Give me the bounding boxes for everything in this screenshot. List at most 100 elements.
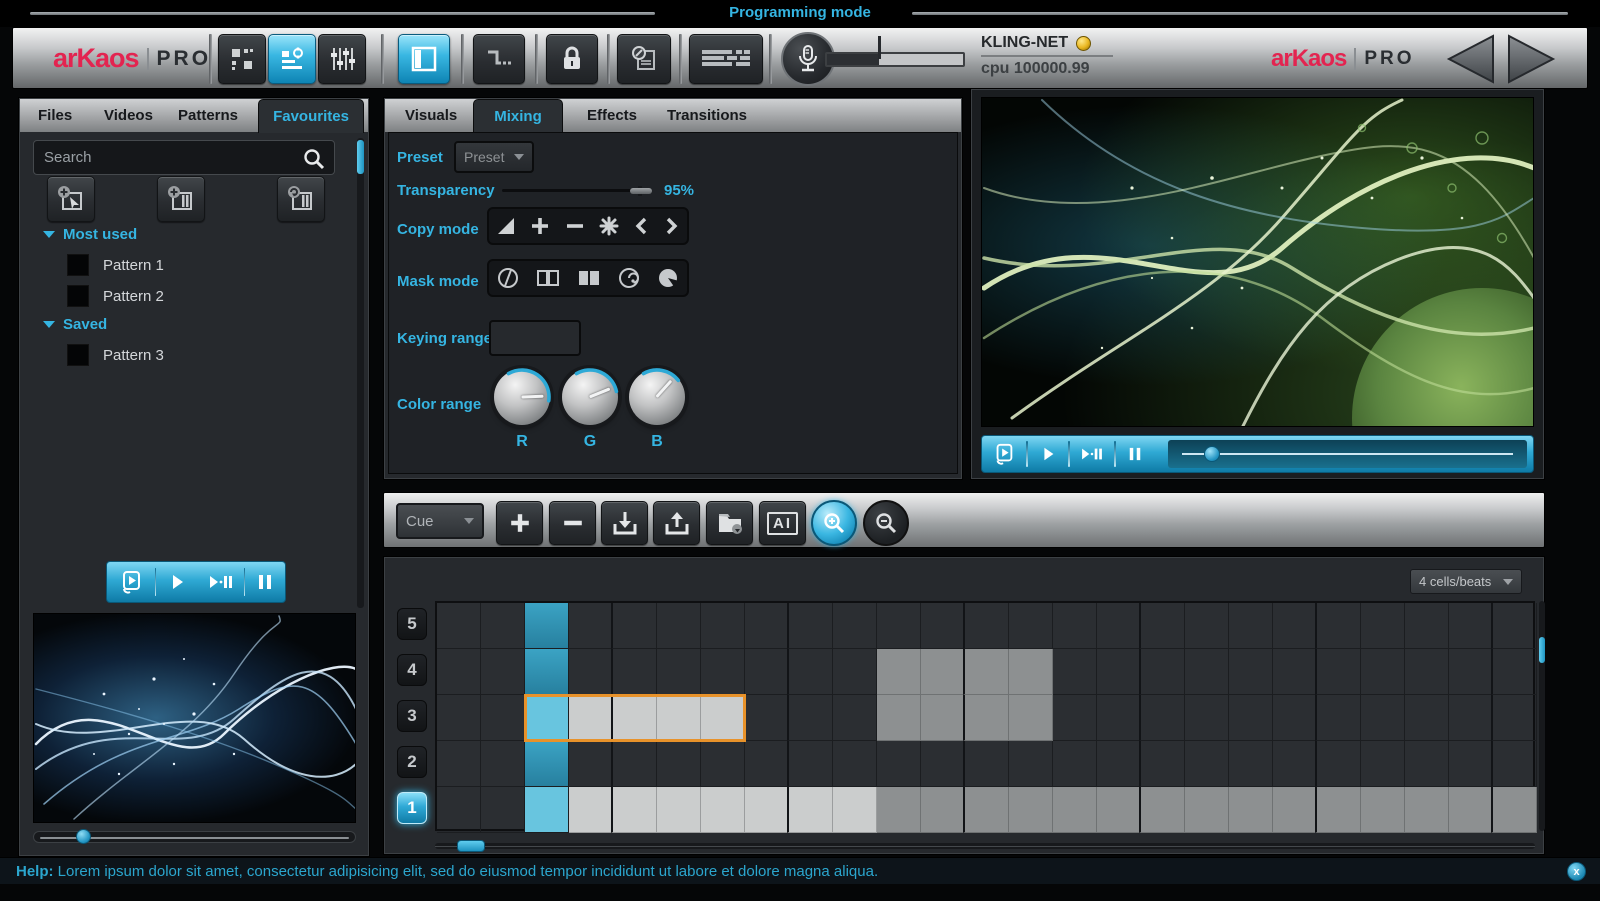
grid-cell[interactable]: [963, 695, 1009, 741]
grid-cell[interactable]: [1185, 603, 1229, 649]
grid-cell[interactable]: [1229, 649, 1273, 695]
grid-cell[interactable]: [1139, 649, 1185, 695]
tab-videos[interactable]: Videos: [94, 99, 163, 132]
tab-effects[interactable]: Effects: [577, 99, 647, 132]
grid-cell[interactable]: [1491, 603, 1537, 649]
grid-cell[interactable]: [481, 649, 525, 695]
color-range-knob-b[interactable]: B: [629, 369, 685, 453]
cells-per-beat-dropdown[interactable]: 4 cells/beats: [1410, 569, 1522, 594]
grid-cell[interactable]: [1053, 741, 1097, 787]
grid-cell[interactable]: [833, 787, 877, 833]
grid-cell[interactable]: [1315, 649, 1361, 695]
grid-cell[interactable]: [481, 603, 525, 649]
color-range-knob-g[interactable]: G: [562, 369, 618, 453]
grid-cell[interactable]: [745, 649, 789, 695]
grid-cell[interactable]: [833, 695, 877, 741]
grid-cell[interactable]: [1273, 603, 1317, 649]
grid-cell[interactable]: [437, 741, 481, 787]
grid-cell[interactable]: [787, 787, 833, 833]
add-pattern-button[interactable]: [157, 176, 205, 222]
pie-wipe-icon[interactable]: [656, 266, 680, 290]
grid-cell[interactable]: [877, 695, 921, 741]
split-outline-icon[interactable]: [535, 266, 561, 290]
grid-cell[interactable]: [1273, 649, 1317, 695]
grid-cell[interactable]: [877, 649, 921, 695]
grid-cell[interactable]: [657, 649, 701, 695]
grid-cell[interactable]: [1361, 603, 1405, 649]
grid-cell[interactable]: [921, 741, 965, 787]
grid-cell[interactable]: [1449, 603, 1493, 649]
grid-cell[interactable]: [657, 787, 701, 833]
grid-cell[interactable]: [481, 741, 525, 787]
grid-cell[interactable]: [701, 603, 745, 649]
grid-cell[interactable]: [1361, 741, 1405, 787]
tab-favourites[interactable]: Favourites: [258, 99, 364, 133]
grid-cell[interactable]: [481, 695, 525, 741]
grid-cell[interactable]: [1053, 695, 1097, 741]
row-label-5[interactable]: 5: [397, 608, 427, 640]
grid-cell[interactable]: [1009, 741, 1053, 787]
play-button[interactable]: [1028, 436, 1068, 472]
play-button[interactable]: [156, 562, 198, 602]
grid-cell[interactable]: [701, 695, 745, 741]
tab-transitions[interactable]: Transitions: [657, 99, 757, 132]
tree-group-saved[interactable]: Saved: [43, 316, 107, 333]
grid-cell[interactable]: [1229, 741, 1273, 787]
grid-cell[interactable]: [1097, 741, 1141, 787]
grid-cell[interactable]: [745, 741, 789, 787]
grid-cell[interactable]: [1185, 695, 1229, 741]
tab-patterns[interactable]: Patterns: [168, 99, 248, 132]
grid-cell[interactable]: [1097, 603, 1141, 649]
audio-gain-handle[interactable]: [878, 36, 881, 59]
audio-gain-slider[interactable]: [825, 44, 975, 74]
grid-cell[interactable]: [745, 787, 789, 833]
search-icon[interactable]: [302, 147, 326, 171]
radial-wipe-icon[interactable]: [617, 266, 641, 290]
notes-button[interactable]: [617, 34, 671, 84]
grid-cell[interactable]: [657, 603, 701, 649]
grid-cell[interactable]: [877, 741, 921, 787]
close-help-button[interactable]: x: [1567, 862, 1586, 881]
tree-item-pattern-3[interactable]: Pattern 3: [67, 344, 164, 366]
zoom-out-button[interactable]: [863, 500, 909, 546]
grid-cell[interactable]: [701, 787, 745, 833]
grid-cell[interactable]: [787, 741, 833, 787]
grid-hscroll-thumb[interactable]: [457, 840, 485, 852]
grid-horizontal-scrollbar[interactable]: [435, 843, 1535, 849]
chevron-left-icon[interactable]: [633, 216, 649, 236]
grid-cell[interactable]: [437, 649, 481, 695]
grid-cell[interactable]: [1449, 741, 1493, 787]
rename-cue-button[interactable]: AI: [759, 501, 806, 545]
grid-cell[interactable]: [1361, 649, 1405, 695]
tree-item-pattern-2[interactable]: Pattern 2: [67, 285, 164, 307]
grid-cell[interactable]: [569, 741, 613, 787]
grid-vscroll-thumb[interactable]: [1539, 637, 1545, 663]
grid-vertical-scrollbar[interactable]: [1539, 601, 1545, 831]
triangle-icon[interactable]: [496, 216, 516, 236]
matrix-mode-button[interactable]: [218, 34, 266, 84]
play-pause-button[interactable]: [198, 562, 244, 602]
grid-cell[interactable]: [1009, 787, 1053, 833]
cycle-pattern-button[interactable]: [277, 176, 325, 222]
grid-cell[interactable]: [1139, 695, 1185, 741]
grid-cell[interactable]: [525, 787, 569, 833]
grid-cell[interactable]: [1491, 787, 1537, 833]
grid-cell[interactable]: [1097, 695, 1141, 741]
grid-cell[interactable]: [525, 603, 569, 649]
grid-cell[interactable]: [963, 741, 1009, 787]
grid-cell[interactable]: [1315, 695, 1361, 741]
grid-cell[interactable]: [1405, 787, 1449, 833]
grid-cell[interactable]: [1315, 603, 1361, 649]
grid-cell[interactable]: [1053, 787, 1097, 833]
grid-cell[interactable]: [1053, 603, 1097, 649]
library-scrollbar[interactable]: [357, 138, 364, 608]
seek-thumb[interactable]: [76, 829, 91, 844]
grid-cell[interactable]: [437, 603, 481, 649]
slash-circle-icon[interactable]: [496, 266, 520, 290]
grid-cell[interactable]: [611, 695, 657, 741]
lock-button[interactable]: [546, 34, 598, 84]
grid-cell[interactable]: [1491, 695, 1537, 741]
library-scrollbar-thumb[interactable]: [357, 140, 364, 174]
grid-cell[interactable]: [525, 695, 569, 741]
grid-cell[interactable]: [1315, 787, 1361, 833]
